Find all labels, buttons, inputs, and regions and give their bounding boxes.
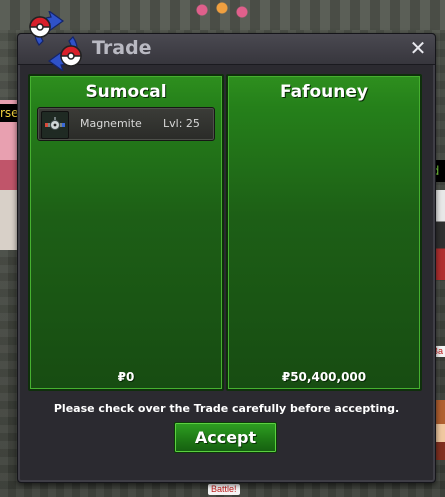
- money-offer-partner: ₽50,400,000: [281, 370, 367, 384]
- pokemon-name: Magnemite: [80, 117, 142, 130]
- trade-swap-icon: [29, 11, 82, 71]
- money-offer-self: ₽0: [117, 370, 135, 384]
- trade-notice: Please check over the Trade carefully be…: [53, 402, 400, 415]
- accept-button[interactable]: Accept: [174, 422, 277, 453]
- player-name-self: Sumocal: [85, 82, 167, 102]
- dialog-title: Trade: [92, 37, 152, 59]
- magnemite-sprite-icon: [41, 111, 69, 139]
- trade-panel-partner: Fafouney ₽50,400,000: [226, 74, 422, 391]
- trade-panel-self: Sumocal Magnemite Lvl: 25 ₽0: [28, 74, 224, 391]
- player-nametag-left: rse: [0, 104, 18, 122]
- battle-status-tag: Battle!: [208, 484, 240, 495]
- player-name-partner: Fafouney: [280, 82, 368, 102]
- close-icon[interactable]: ✕: [408, 37, 428, 59]
- flower-tile-decoration: [192, 0, 252, 22]
- pokemon-level: Lvl: 25: [163, 117, 200, 130]
- trade-item-pokemon[interactable]: Magnemite Lvl: 25: [37, 107, 215, 141]
- player-sprite-left: [0, 100, 18, 250]
